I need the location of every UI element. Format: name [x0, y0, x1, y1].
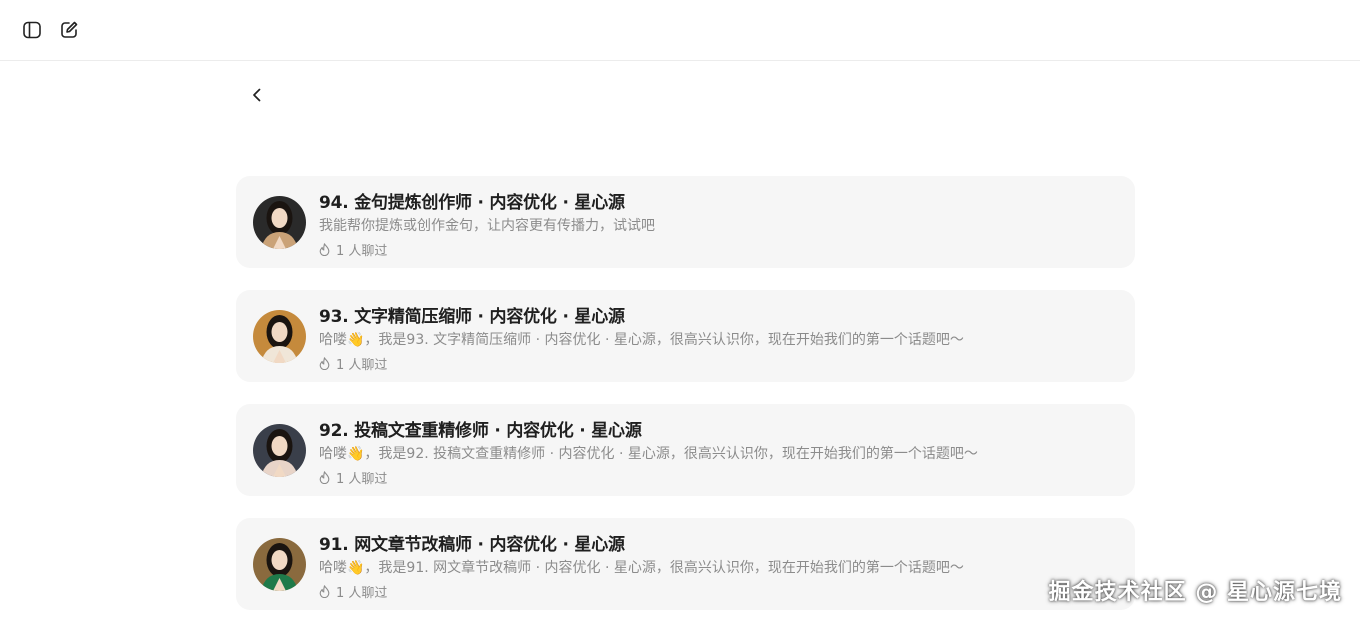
chat-count-label: 1 人聊过 — [336, 244, 388, 259]
bot-title: 93. 文字精简压缩师 · 内容优化 · 星心源 — [319, 307, 625, 327]
fire-icon — [319, 585, 330, 598]
fire-icon — [319, 357, 330, 370]
chat-count: 1 人聊过 — [319, 468, 387, 487]
bot-description: 我能帮你提炼或创作金句，让内容更有传播力，试试吧 — [319, 218, 655, 234]
bot-description: 哈喽👋，我是92. 投稿文查重精修师 · 内容优化 · 星心源，很高兴认识你，现… — [319, 446, 978, 462]
avatar — [253, 310, 306, 363]
chat-count: 1 人聊过 — [319, 582, 387, 601]
top-bar — [0, 0, 1360, 61]
sidebar-toggle-button[interactable] — [20, 18, 44, 42]
edit-icon — [61, 21, 78, 38]
new-chat-button[interactable] — [57, 18, 81, 42]
bot-description: 哈喽👋，我是91. 网文章节改稿师 · 内容优化 · 星心源，很高兴认识你，现在… — [319, 560, 964, 576]
avatar-image — [253, 424, 306, 477]
fire-icon — [319, 243, 330, 256]
chat-count: 1 人聊过 — [319, 354, 387, 373]
avatar — [253, 424, 306, 477]
chat-count: 1 人聊过 — [319, 240, 387, 259]
avatar-image — [253, 310, 306, 363]
sidebar-toggle-icon — [23, 21, 41, 39]
bot-description: 哈喽👋，我是93. 文字精简压缩师 · 内容优化 · 星心源，很高兴认识你，现在… — [319, 332, 964, 348]
bot-title: 92. 投稿文查重精修师 · 内容优化 · 星心源 — [319, 421, 642, 441]
chat-count-label: 1 人聊过 — [336, 358, 388, 373]
fire-icon — [319, 471, 330, 484]
chat-count-label: 1 人聊过 — [336, 472, 388, 487]
chevron-left-icon — [253, 88, 261, 102]
bot-title: 91. 网文章节改稿师 · 内容优化 · 星心源 — [319, 535, 625, 555]
avatar — [253, 196, 306, 249]
back-button[interactable] — [245, 83, 269, 107]
avatar-image — [253, 538, 306, 591]
chat-count-label: 1 人聊过 — [336, 586, 388, 601]
avatar — [253, 538, 306, 591]
bot-card[interactable]: 93. 文字精简压缩师 · 内容优化 · 星心源 哈喽👋，我是93. 文字精简压… — [236, 290, 1135, 382]
avatar-image — [253, 196, 306, 249]
bot-card[interactable]: 92. 投稿文查重精修师 · 内容优化 · 星心源 哈喽👋，我是92. 投稿文查… — [236, 404, 1135, 496]
bot-card[interactable]: 94. 金句提炼创作师 · 内容优化 · 星心源 我能帮你提炼或创作金句，让内容… — [236, 176, 1135, 268]
bot-list: 94. 金句提炼创作师 · 内容优化 · 星心源 我能帮你提炼或创作金句，让内容… — [236, 176, 1135, 632]
watermark: 掘金技术社区 @ 星心源七境 — [1048, 580, 1342, 605]
bot-card[interactable]: 91. 网文章节改稿师 · 内容优化 · 星心源 哈喽👋，我是91. 网文章节改… — [236, 518, 1135, 610]
bot-title: 94. 金句提炼创作师 · 内容优化 · 星心源 — [319, 193, 625, 213]
